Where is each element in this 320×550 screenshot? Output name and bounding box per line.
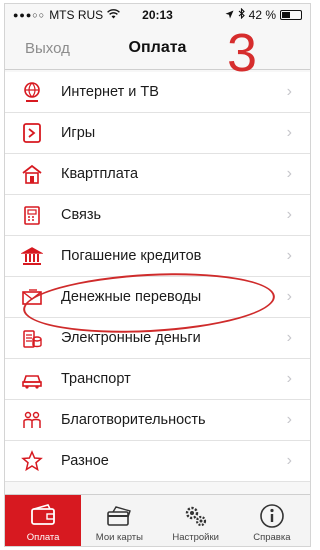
menu-item-communication[interactable]: Связь › [5, 195, 310, 236]
bluetooth-icon [238, 7, 245, 22]
menu-item-label: Погашение кредитов [61, 248, 202, 264]
tab-settings[interactable]: Настройки [158, 495, 234, 546]
menu-item-loan-repayment[interactable]: Погашение кредитов › [5, 236, 310, 277]
chevron-right-icon: › [286, 206, 292, 223]
chevron-right-icon: › [286, 452, 292, 469]
menu-item-internet-tv[interactable]: Интернет и ТВ › [5, 72, 310, 113]
wifi-icon [107, 8, 121, 22]
tab-my-cards[interactable]: Мои карты [81, 495, 157, 546]
tab-label: Мои карты [95, 532, 143, 543]
chevron-right-icon: › [286, 165, 292, 182]
menu-item-label: Связь [61, 207, 102, 223]
charity-icon [21, 409, 43, 431]
signal-strength: ●●●○○ [13, 10, 46, 20]
chevron-right-icon: › [286, 411, 292, 428]
chevron-right-icon: › [286, 83, 292, 100]
gears-icon [182, 503, 210, 529]
menu-item-label: Разное [61, 453, 109, 469]
star-icon [21, 450, 43, 472]
tab-label: Настройки [172, 532, 219, 543]
wallet-icon [29, 503, 57, 529]
menu-item-label: Интернет и ТВ [61, 84, 159, 100]
page-title: Оплата [128, 39, 187, 56]
chevron-right-icon: › [286, 247, 292, 264]
menu-item-label: Транспорт [61, 371, 131, 387]
menu-item-miscellaneous[interactable]: Разное › [5, 441, 310, 482]
phone-icon [21, 204, 43, 226]
info-icon [258, 503, 286, 529]
tab-bar: Оплата Мои карты Настройки Справка [5, 494, 310, 546]
menu-item-charity[interactable]: Благотворительность › [5, 400, 310, 441]
bank-icon [20, 245, 44, 267]
globe-icon [21, 81, 43, 103]
battery-percentage: 42 % [248, 8, 276, 22]
battery-icon [280, 10, 302, 20]
chevron-right-icon: › [286, 124, 292, 141]
cards-icon [105, 503, 133, 529]
location-arrow-icon [225, 8, 234, 22]
tab-payment[interactable]: Оплата [5, 495, 82, 546]
chevron-right-icon: › [286, 329, 292, 346]
house-icon [21, 163, 43, 185]
phone-screen: ●●●○○ MTS RUS 20:13 42 % Выход Оплата 3 … [4, 3, 311, 547]
car-icon [21, 368, 43, 390]
games-icon [21, 122, 43, 144]
tab-label: Справка [253, 532, 291, 543]
chevron-right-icon: › [286, 288, 292, 305]
menu-item-games[interactable]: Игры › [5, 113, 310, 154]
tab-label: Оплата [26, 532, 60, 543]
menu-item-label: Благотворительность [61, 412, 206, 428]
chevron-right-icon: › [286, 370, 292, 387]
tab-help[interactable]: Справка [234, 495, 310, 546]
menu-item-label: Игры [61, 125, 96, 141]
navigation-bar: Выход Оплата 3 [5, 26, 310, 80]
status-bar: ●●●○○ MTS RUS 20:13 42 % [5, 4, 310, 26]
menu-item-label: Квартплата [61, 166, 139, 182]
carrier-name: MTS RUS [49, 8, 104, 22]
coins-icon [21, 327, 43, 349]
menu-item-transport[interactable]: Транспорт › [5, 359, 310, 400]
menu-item-rent[interactable]: Квартплата › [5, 154, 310, 195]
